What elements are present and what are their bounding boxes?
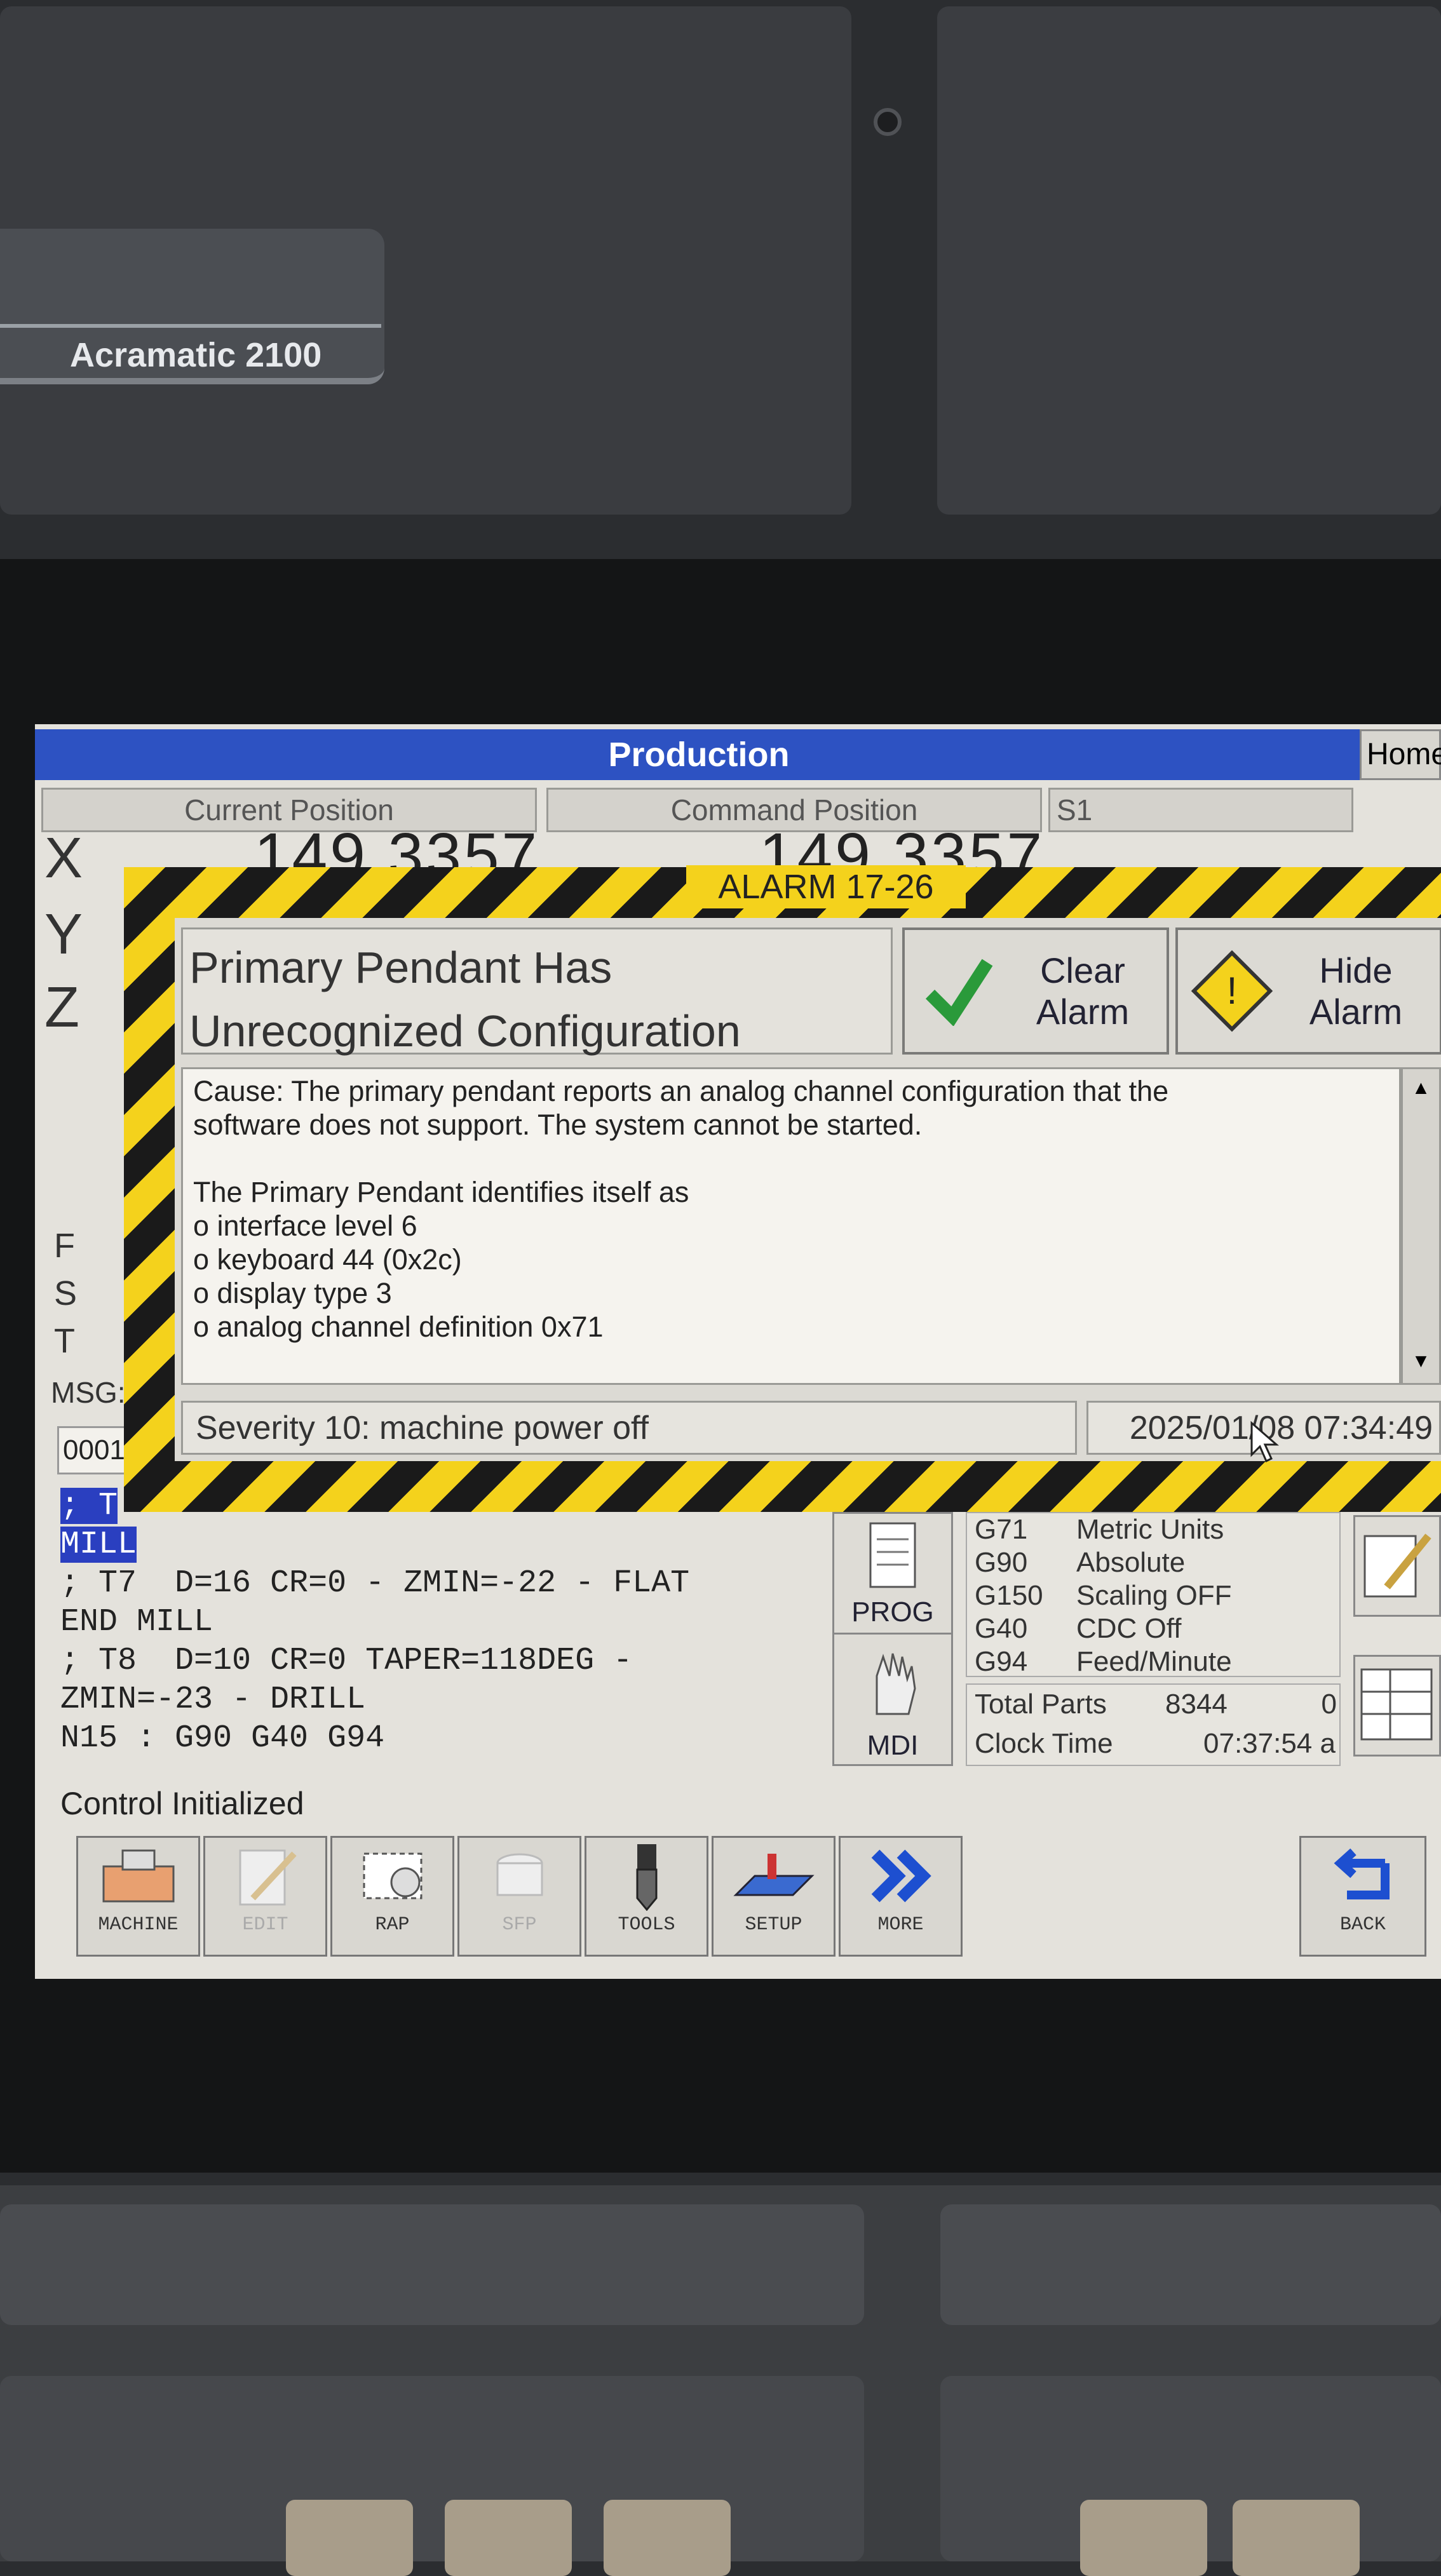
alarm-detail-line: o analog channel definition 0x71 <box>193 1311 604 1343</box>
status-message: Control Initialized <box>60 1786 304 1821</box>
axis-y-label: Y <box>44 903 83 966</box>
mdi-button[interactable]: MDI <box>832 1633 953 1766</box>
program-line: N15 : G90 G40 G94 <box>60 1720 385 1757</box>
double-chevron-right-icon <box>841 1838 961 1914</box>
brand-name: Acramatic 2100 <box>70 336 322 374</box>
nc-list-button[interactable] <box>1353 1655 1441 1757</box>
modal-row: G40 CDC Off <box>975 1613 1182 1644</box>
back-arrow-icon <box>1301 1838 1424 1914</box>
checkmark-icon <box>905 956 1013 1026</box>
counters-panel: Total Parts 8344 0 Clock Time 07:37:54 a <box>966 1683 1341 1766</box>
clock-time-label: Clock Time <box>975 1728 1113 1759</box>
spindle-label: S1 <box>1048 788 1353 832</box>
total-parts-value: 8344 <box>1165 1689 1228 1720</box>
setup-icon <box>714 1838 834 1914</box>
cursor-key[interactable] <box>445 2500 572 2576</box>
modal-row: G71 Metric Units <box>975 1514 1224 1545</box>
brand-stripe <box>0 324 381 328</box>
alarm-code: ALARM 17-26 <box>686 865 966 908</box>
modal-codes-panel: G71 Metric Units G90 Absolute G150 Scaling … <box>966 1512 1341 1677</box>
up-arrow-key[interactable] <box>604 2500 731 2576</box>
drill-icon <box>586 1838 707 1914</box>
document-icon <box>834 1514 951 1596</box>
program-line: ZMIN=-23 - DRILL <box>60 1682 366 1718</box>
svg-text:!: ! <box>1227 969 1238 1012</box>
machine-icon <box>78 1838 198 1914</box>
lower-panel <box>0 2204 864 2325</box>
hand-icon <box>834 1635 951 1730</box>
spindle-speed-label: S <box>54 1274 78 1312</box>
axis-x-label: X <box>44 826 83 890</box>
rap-icon <box>332 1838 452 1914</box>
tools-button[interactable]: TOOLS <box>585 1836 708 1957</box>
scroll-down-icon[interactable]: ▼ <box>1403 1342 1439 1380</box>
alarm-title-line2: Unrecognized Configuration <box>189 1006 741 1056</box>
rap-button[interactable]: RAP <box>330 1836 454 1957</box>
line-number: 0001 <box>57 1426 133 1474</box>
pencil-icon <box>1363 1534 1431 1598</box>
alarm-scrollbar[interactable]: ▲ ▼ <box>1401 1067 1441 1385</box>
edit-pencil-button[interactable] <box>1353 1515 1441 1617</box>
alarm-title-line1: Primary Pendant Has <box>189 943 612 992</box>
highlighted-line: MILL <box>60 1527 137 1563</box>
feed-label: F <box>54 1227 75 1265</box>
warning-diamond-icon: ! <box>1178 950 1286 1032</box>
alarm-title: Primary Pendant Has Unrecognized Configu… <box>181 927 893 1056</box>
sfp-button[interactable]: SFP <box>457 1836 581 1957</box>
alarm-details: Cause: The primary pendant reports an an… <box>181 1067 1401 1385</box>
program-line: ; T7 D=16 CR=0 - ZMIN=-22 - FLAT <box>60 1565 690 1602</box>
prog-button[interactable]: PROG <box>832 1512 953 1645</box>
home-tab[interactable]: Home <box>1360 729 1441 780</box>
physical-key[interactable] <box>1233 2500 1360 2576</box>
mdi-label: MDI <box>867 1730 919 1761</box>
edit-button[interactable]: EDIT <box>203 1836 327 1957</box>
program-line: END MILL <box>60 1604 213 1640</box>
highlighted-line: ; T <box>60 1488 118 1524</box>
tool-label: T <box>54 1322 75 1360</box>
nc-table-icon <box>1360 1668 1433 1741</box>
alarm-detail-line: o keyboard 44 (0x2c) <box>193 1243 462 1276</box>
scroll-up-icon[interactable]: ▲ <box>1403 1069 1439 1107</box>
total-parts-label: Total Parts <box>975 1689 1107 1720</box>
upper-housing-right <box>937 6 1441 515</box>
clock-time-value: 07:37:54 a <box>1203 1728 1336 1759</box>
msg-label: MSG: <box>51 1376 126 1409</box>
mouse-cursor-icon <box>1248 1420 1280 1467</box>
window-title: Production <box>35 729 1363 780</box>
modal-row: G150 Scaling OFF <box>975 1580 1232 1611</box>
alarm-detail-line: software does not support. The system ca… <box>193 1109 923 1141</box>
setup-button[interactable]: SETUP <box>712 1836 836 1957</box>
modal-row: G94 Feed/Minute <box>975 1646 1232 1677</box>
clear-alarm-button[interactable]: Clear Alarm <box>902 927 1169 1055</box>
hide-alarm-button[interactable]: ! Hide Alarm <box>1175 927 1441 1055</box>
program-line: ; T8 D=10 CR=0 TAPER=118DEG - <box>60 1643 633 1679</box>
back-button[interactable]: BACK <box>1299 1836 1426 1957</box>
total-parts-extra: 0 <box>1321 1689 1337 1720</box>
sfp-icon <box>459 1838 579 1914</box>
more-button[interactable]: MORE <box>839 1836 963 1957</box>
alarm-detail-line: The Primary Pendant identifies itself as <box>193 1176 689 1208</box>
axis-z-label: Z <box>44 976 79 1039</box>
machine-button[interactable]: MACHINE <box>76 1836 200 1957</box>
screw-icon <box>874 108 902 136</box>
edit-icon <box>205 1838 325 1914</box>
scroll-track[interactable] <box>1403 1107 1439 1342</box>
program-listing: ; T MILL ; T7 D=16 CR=0 - ZMIN=-22 - FLA… <box>60 1487 816 1758</box>
alarm-detail-line: o display type 3 <box>193 1277 392 1309</box>
physical-key[interactable] <box>286 2500 413 2576</box>
alarm-detail-line <box>193 1142 1389 1175</box>
alarm-detail-line: o interface level 6 <box>193 1210 417 1242</box>
physical-key[interactable] <box>1080 2500 1207 2576</box>
alarm-detail-line: Cause: The primary pendant reports an an… <box>193 1075 1169 1107</box>
severity-text: Severity 10: machine power off <box>181 1401 1077 1455</box>
prog-label: PROG <box>851 1596 934 1628</box>
keypad-panel <box>0 2376 864 2561</box>
lower-panel <box>940 2204 1441 2325</box>
modal-row: G90 Absolute <box>975 1547 1186 1578</box>
